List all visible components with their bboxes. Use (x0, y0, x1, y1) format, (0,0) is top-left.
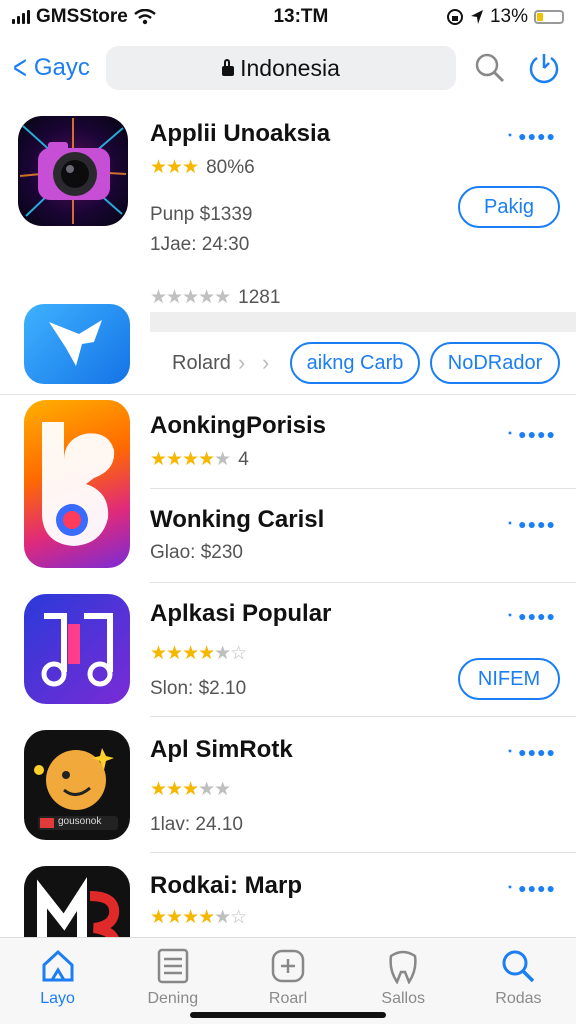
tab-label: Roarl (268, 990, 308, 1007)
star-rating: ★★★★★ 4 (150, 449, 249, 470)
list-item-app-5[interactable]: Rodkai: Marp ★★★★★☆ ⠂●●●● (0, 866, 576, 946)
app-title: Applii Unoaksia (150, 120, 331, 147)
tab-label: Dening (147, 990, 199, 1007)
wifi-icon (134, 9, 156, 25)
camera-icon (19, 118, 127, 224)
address-bar[interactable]: Indonesia (106, 46, 456, 90)
refresh-button[interactable] (524, 48, 564, 88)
divider (0, 394, 576, 395)
bird-icon (49, 320, 102, 366)
placeholder-bar (150, 312, 576, 332)
home-icon (42, 949, 74, 982)
tab-home[interactable]: Layo (0, 938, 115, 1024)
rating-text: 80%6 (206, 157, 255, 178)
price-text: Glao: $230 (150, 542, 243, 563)
navigation-bar: < Gayc Indonesia (0, 40, 576, 96)
app-title: Wonking Carisl (150, 506, 325, 533)
app-icon-bird (24, 304, 130, 384)
more-icon[interactable]: ⠂●●●● (507, 516, 556, 533)
home-indicator[interactable] (190, 1012, 386, 1018)
battery-percent: 13% (489, 6, 528, 27)
app-icon-camera (18, 116, 128, 226)
app-title: Rodkai: Marp (150, 872, 303, 899)
get-button[interactable]: NIFEM (458, 658, 560, 700)
list-item-app-4[interactable]: gousonok Apl SimRotk ★★★★★ 1lav: 24.10 ⠂… (0, 730, 576, 850)
rating-value: 4 (238, 449, 249, 470)
search-icon (475, 53, 505, 83)
tab-label: Sallos (381, 990, 425, 1007)
price-text: 1lav: 24.10 (150, 814, 243, 835)
app-icon-music (24, 594, 130, 704)
tab-search[interactable]: Rodas (461, 938, 576, 1024)
battery-icon (533, 10, 564, 24)
refresh-icon (529, 54, 559, 84)
search-icon (502, 950, 535, 983)
status-time: 13:TM (273, 6, 329, 27)
tab-label: Layo (40, 990, 75, 1007)
music-note-icon (41, 613, 113, 687)
list-item-featured[interactable]: Applii Unoaksia ★★★ 80%6 Punp $1339 1Jae:… (0, 116, 576, 308)
more-icon[interactable]: ⠂●●●● (507, 880, 556, 897)
chevron-right-icon: › (238, 350, 246, 375)
secondary-label: Rolard (172, 352, 231, 374)
status-bar: GMSStore 13:TM 13% (0, 0, 576, 34)
search-button[interactable] (470, 48, 510, 88)
plus-square-icon (271, 949, 305, 983)
tooth-icon (389, 950, 417, 984)
location-icon (470, 10, 483, 24)
more-icon[interactable]: ⠂●●●● (507, 426, 556, 443)
star-rating: ★★★ 80%6 (150, 157, 255, 178)
more-icon[interactable]: ⠂●●●● (507, 608, 556, 625)
app-title: AonkingPorisis (150, 412, 327, 439)
carrier-name: GMSStore (36, 6, 128, 27)
app-icon-sun: gousonok (24, 730, 130, 840)
app-icon-letters (24, 866, 130, 946)
list-item-app-2[interactable]: Wonking Carisl Glao: $230 ⠂●●●● (0, 500, 576, 590)
app-title: Apl SimRotk (150, 736, 293, 763)
price-text: Slon: $2.10 (150, 678, 247, 699)
back-button[interactable]: < Gayc (10, 51, 102, 85)
chevron-left-icon: < (12, 49, 27, 87)
more-icon[interactable]: ⠂●●●● (507, 744, 556, 761)
status-left: GMSStore (12, 6, 156, 28)
divider (150, 488, 576, 489)
divider (150, 852, 576, 853)
divider (150, 716, 576, 717)
star-rating: ★★★★★☆ (150, 907, 247, 928)
signal-icon (12, 10, 30, 24)
divider (150, 582, 576, 583)
chip-button-1[interactable]: aikng Carb (290, 342, 420, 384)
more-icon[interactable]: ⠂●●●● (507, 128, 556, 145)
letter-m-icon (37, 876, 120, 946)
lock-icon (222, 59, 235, 76)
date-text: 1Jae: 24:30 (150, 234, 250, 255)
lock-rotation-icon (446, 9, 463, 25)
star-rating: ★★★★★☆ (150, 643, 247, 664)
star-rating: ★★★★★ (150, 779, 231, 800)
tab-label: Rodas (495, 990, 542, 1007)
address-text: Indonesia (240, 54, 340, 81)
list-item-app-3[interactable]: Aplkasi Popular ★★★★★☆ Slon: $2.10 ⠂●●●●… (0, 594, 576, 714)
icon-label: gousonok (58, 816, 102, 827)
app-title: Aplkasi Popular (150, 600, 332, 627)
list-item-secondary[interactable]: Rolard › › aikng Carb NoDRador (0, 304, 576, 394)
chip-button-2[interactable]: NoDRador (430, 342, 560, 384)
tab-bar: Layo Dening Roarl Sallos Rodas (0, 937, 576, 1024)
status-right: 13% (446, 6, 564, 28)
back-label: Gayc (33, 54, 90, 81)
chevron-right-icon-2: › (262, 350, 270, 375)
get-button[interactable]: Pakig (458, 186, 560, 228)
price-text: Punp $1339 (150, 204, 253, 225)
list-icon (157, 948, 189, 984)
